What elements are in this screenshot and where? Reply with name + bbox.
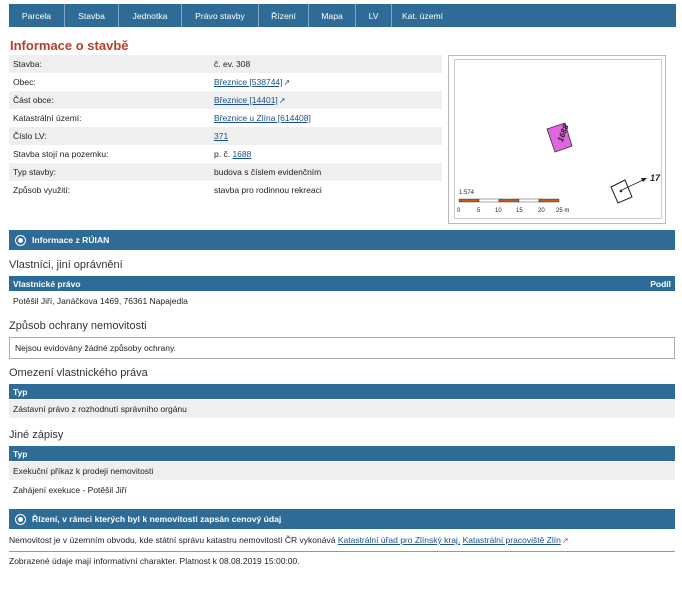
protection-box: Nejsou evidovány žádné způsoby ochrany. bbox=[9, 337, 675, 359]
info-value: budova s číslem evidenčním bbox=[214, 167, 322, 177]
restriction-value: Zástavní právo z rozhodnutí správního or… bbox=[13, 404, 187, 414]
katastralni-urad-link[interactable]: Katastrální úřad pro Zlínský kraj, bbox=[338, 535, 460, 545]
column-header-typ: Typ bbox=[13, 386, 28, 397]
info-row-ku: Katastrální území: Březnice u Zlína [614… bbox=[9, 109, 442, 127]
pozemek-link[interactable]: 1688 bbox=[232, 149, 251, 159]
restriction-row: Zástavní právo z rozhodnutí správního or… bbox=[9, 400, 675, 418]
expand-icon[interactable] bbox=[15, 513, 26, 525]
page-title: Informace o stavbě bbox=[10, 38, 129, 53]
owner-value: Potěšil Jiří, Janáčkova 1469, 76361 Napa… bbox=[13, 296, 188, 306]
ruian-section-header[interactable]: Informace z RÚIAN bbox=[9, 230, 675, 250]
scale-tick: 5 bbox=[477, 208, 481, 214]
info-value: č. ev. 308 bbox=[214, 59, 251, 69]
owner-row: Potěšil Jiří, Janáčkova 1469, 76361 Napa… bbox=[9, 292, 675, 310]
external-link-icon[interactable]: ↗ bbox=[562, 536, 569, 545]
scale-tick: 25 m bbox=[556, 208, 569, 214]
footer-note: Zobrazené údaje mají informativní charak… bbox=[9, 556, 300, 566]
pozemek-prefix: p. č. bbox=[214, 149, 231, 159]
external-link-icon[interactable]: ↗ bbox=[284, 78, 291, 87]
office-note-text: Nemovitost je v územním obvodu, kde stát… bbox=[9, 535, 336, 545]
tab-jednotka[interactable]: Jednotka bbox=[119, 4, 182, 27]
scale-segment bbox=[518, 198, 540, 203]
scale-tick: 20 bbox=[538, 208, 545, 214]
scale-segment bbox=[458, 198, 480, 203]
obec-link[interactable]: Březnice [538744] bbox=[214, 77, 283, 87]
other-records-table-header: Typ bbox=[9, 446, 675, 461]
tab-parcela[interactable]: Parcela bbox=[9, 4, 65, 27]
neighbor-dot bbox=[619, 189, 623, 193]
proceedings-section-header[interactable]: Řízení, v rámci kterých byl k nemovitost… bbox=[9, 509, 675, 529]
cadastral-map[interactable]: 1688 17 1:574 0 5 10 15 20 25 m bbox=[448, 55, 666, 224]
neighbor-arrow-head bbox=[641, 178, 647, 182]
protection-title: Způsob ochrany nemovitosti bbox=[9, 320, 147, 332]
katastralni-uzemi-link[interactable]: Březnice u Zlína [614408] bbox=[214, 113, 311, 123]
scale-tick: 0 bbox=[457, 208, 461, 214]
owners-table-header: Vlastnické právo Podíl bbox=[9, 276, 675, 291]
tab-mapa[interactable]: Mapa bbox=[309, 4, 356, 27]
column-header-podil: Podíl bbox=[650, 278, 671, 289]
info-label: Stavba stojí na pozemku: bbox=[13, 149, 109, 159]
tab-stavba[interactable]: Stavba bbox=[65, 4, 119, 27]
other-record-value: Exekuční příkaz k prodeji nemovitosti bbox=[13, 466, 154, 476]
info-label: Číslo LV: bbox=[13, 131, 47, 141]
cast-obce-link[interactable]: Březnice [14401] bbox=[214, 95, 278, 105]
info-row-stavba: Stavba: č. ev. 308 bbox=[9, 55, 442, 73]
info-label: Stavba: bbox=[13, 59, 42, 69]
map-frame: 1688 17 1:574 0 5 10 15 20 25 m bbox=[454, 59, 662, 219]
tab-bar-background bbox=[453, 4, 676, 27]
expand-icon[interactable] bbox=[15, 234, 26, 246]
scale-segment bbox=[498, 198, 520, 203]
restrictions-table-header: Typ bbox=[9, 384, 675, 399]
info-row-obec: Obec: Březnice [538744]↗ bbox=[9, 73, 442, 91]
info-label: Obec: bbox=[13, 77, 36, 87]
column-header-vlastnicke-pravo: Vlastnické právo bbox=[13, 278, 81, 289]
info-row-cast-obce: Část obce: Březnice [14401]↗ bbox=[9, 91, 442, 109]
scale-tick: 15 bbox=[516, 208, 523, 214]
top-tabs: Parcela Stavba Jednotka Právo stavby Říz… bbox=[9, 4, 453, 27]
office-note: Nemovitost je v územním obvodu, kde stát… bbox=[9, 535, 569, 545]
tab-pravo-stavby[interactable]: Právo stavby bbox=[182, 4, 259, 27]
other-records-title: Jiné zápisy bbox=[9, 429, 64, 441]
info-row-vyuziti: Způsob využití: stavba pro rodinnou rekr… bbox=[9, 181, 442, 199]
info-label: Část obce: bbox=[13, 95, 54, 105]
neighbor-label: 17 bbox=[650, 173, 661, 183]
protection-value: Nejsou evidovány žádné způsoby ochrany. bbox=[15, 343, 176, 353]
info-value: stavba pro rodinnou rekreaci bbox=[214, 185, 322, 195]
info-row-typ: Typ stavby: budova s číslem evidenčním bbox=[9, 163, 442, 181]
external-link-icon[interactable]: ↗ bbox=[279, 96, 286, 105]
other-record-row: Zahájení exekuce - Potěšil Jiří bbox=[9, 481, 675, 499]
footer-divider bbox=[9, 551, 675, 552]
info-label: Katastrální území: bbox=[13, 113, 82, 123]
scale-ratio: 1:574 bbox=[459, 190, 475, 196]
scale-segment bbox=[538, 198, 560, 203]
info-label: Typ stavby: bbox=[13, 167, 56, 177]
map-canvas: 1688 17 1:574 0 5 10 15 20 25 m bbox=[457, 122, 661, 214]
proceedings-title: Řízení, v rámci kterých byl k nemovitost… bbox=[32, 514, 282, 524]
tab-kat-uzemi[interactable]: Kat. území bbox=[392, 4, 453, 27]
ruian-title: Informace z RÚIAN bbox=[32, 235, 110, 245]
info-row-pozemek: Stavba stojí na pozemku: p. č. 1688 bbox=[9, 145, 442, 163]
katastralni-pracoviste-link[interactable]: Katastrální pracoviště Zlín bbox=[463, 535, 561, 545]
column-header-typ: Typ bbox=[13, 448, 28, 459]
owners-title: Vlastníci, jiní oprávnění bbox=[9, 259, 123, 271]
scale-segment bbox=[478, 198, 500, 203]
tab-rizeni[interactable]: Řízení bbox=[259, 4, 309, 27]
scale-tick: 10 bbox=[495, 208, 502, 214]
lv-link[interactable]: 371 bbox=[214, 131, 228, 141]
tab-lv[interactable]: LV bbox=[356, 4, 392, 27]
building-info-table: Stavba: č. ev. 308 Obec: Březnice [53874… bbox=[9, 55, 442, 199]
other-record-value: Zahájení exekuce - Potěšil Jiří bbox=[13, 485, 127, 495]
info-label: Způsob využití: bbox=[13, 185, 71, 195]
restrictions-title: Omezení vlastnického práva bbox=[9, 367, 148, 379]
other-record-row: Exekuční příkaz k prodeji nemovitosti bbox=[9, 462, 675, 480]
info-row-lv: Číslo LV: 371 bbox=[9, 127, 442, 145]
